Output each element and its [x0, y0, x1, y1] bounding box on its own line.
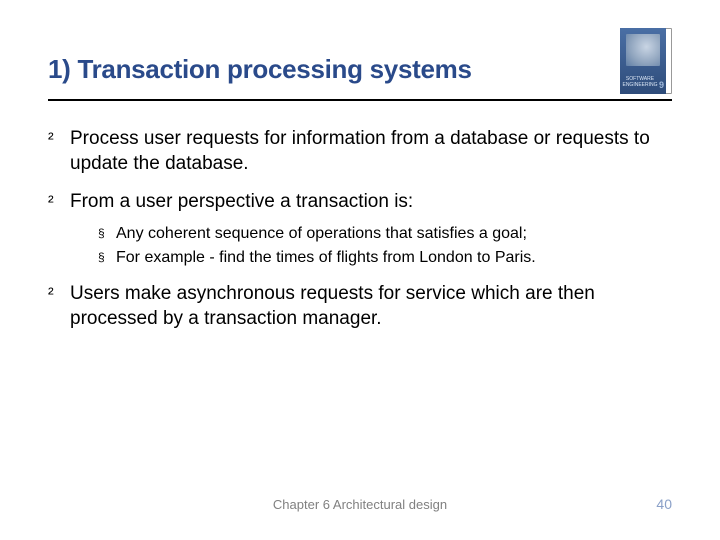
book-front-icon: SOFTWARE ENGINEERING 9	[620, 28, 666, 94]
book-cover-icon: SOFTWARE ENGINEERING 9	[620, 28, 672, 94]
diamond-bullet-icon: ²	[48, 282, 70, 331]
bullet-text: Process user requests for information fr…	[70, 127, 672, 176]
book-edition: 9	[659, 80, 664, 90]
diamond-bullet-icon: ²	[48, 190, 70, 215]
footer-center-text: Chapter 6 Architectural design	[48, 497, 672, 512]
bullet-level1: ² Process user requests for information …	[48, 127, 672, 176]
bullet-text: Users make asynchronous requests for ser…	[70, 282, 672, 331]
square-bullet-icon: §	[98, 247, 116, 269]
title-row: 1) Transaction processing systems SOFTWA…	[48, 54, 672, 101]
content-area: ² Process user requests for information …	[48, 127, 672, 332]
bullet-level1: ² Users make asynchronous requests for s…	[48, 282, 672, 331]
book-art-icon	[626, 34, 660, 66]
sub-bullet-group: § Any coherent sequence of operations th…	[48, 223, 672, 268]
footer: Chapter 6 Architectural design 40	[48, 497, 672, 512]
bullet-level2: § For example - find the times of flight…	[98, 247, 672, 269]
book-label: SOFTWARE ENGINEERING	[622, 77, 658, 88]
diamond-bullet-icon: ²	[48, 127, 70, 176]
square-bullet-icon: §	[98, 223, 116, 245]
bullet-text: Any coherent sequence of operations that…	[116, 223, 672, 245]
page-number: 40	[656, 496, 672, 512]
slide: 1) Transaction processing systems SOFTWA…	[0, 0, 720, 540]
slide-title: 1) Transaction processing systems	[48, 54, 672, 85]
bullet-text: For example - find the times of flights …	[116, 247, 672, 269]
bullet-level2: § Any coherent sequence of operations th…	[98, 223, 672, 245]
bullet-level1: ² From a user perspective a transaction …	[48, 190, 672, 215]
bullet-text: From a user perspective a transaction is…	[70, 190, 672, 215]
